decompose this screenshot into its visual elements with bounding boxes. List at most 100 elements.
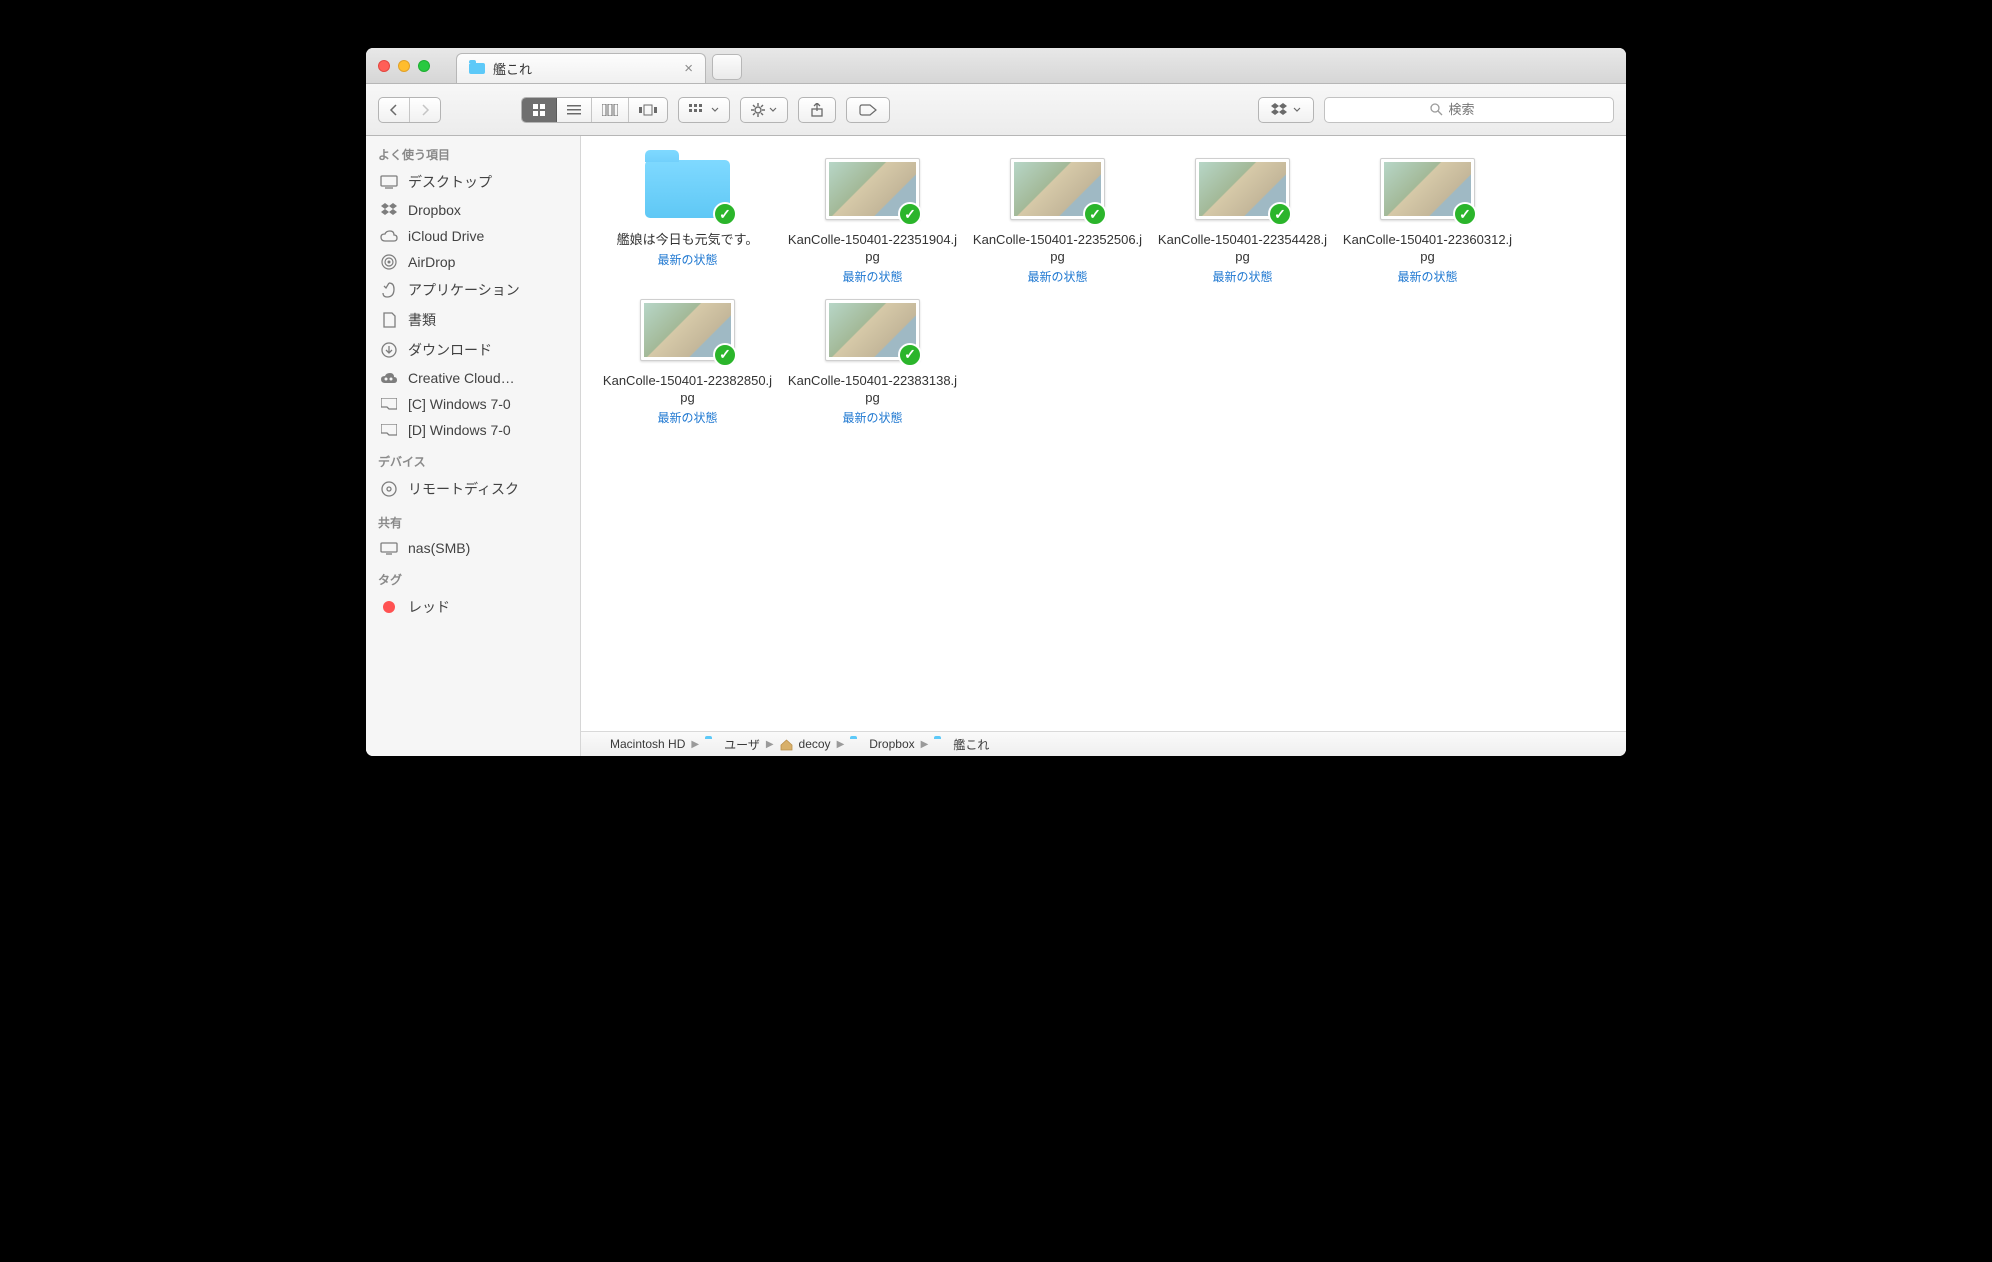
file-name: 艦娘は今日も元気です。 xyxy=(611,232,765,249)
sidebar-item-label: アプリケーション xyxy=(408,280,520,300)
minimize-button[interactable] xyxy=(398,60,410,72)
search-field[interactable] xyxy=(1324,97,1614,123)
columns-icon xyxy=(602,104,618,116)
file-name: KanColle-150401-22352506.jpg xyxy=(965,232,1150,266)
close-button[interactable] xyxy=(378,60,390,72)
sidebar-item[interactable]: iCloud Drive xyxy=(366,223,580,249)
sidebar-item[interactable]: ダウンロード xyxy=(366,335,580,365)
tag-red-icon xyxy=(380,601,398,613)
sync-status: 最新の状態 xyxy=(1397,268,1457,285)
breadcrumb-separator-icon: ▶ xyxy=(837,739,845,750)
thumbnail: ✓ xyxy=(825,295,920,365)
dropbox-icon xyxy=(380,203,398,217)
sidebar-item[interactable]: AirDrop xyxy=(366,249,580,275)
sidebar-item[interactable]: [D] Windows 7-0 xyxy=(366,417,580,443)
icon-grid[interactable]: ✓艦娘は今日も元気です。最新の状態✓KanColle-150401-223519… xyxy=(581,136,1626,731)
list-icon xyxy=(567,104,581,116)
view-switcher xyxy=(521,97,668,123)
thumbnail: ✓ xyxy=(1380,154,1475,224)
sidebar-item[interactable]: リモートディスク xyxy=(366,474,580,504)
sidebar-item[interactable]: nas(SMB) xyxy=(366,535,580,561)
sidebar-item[interactable]: 書類 xyxy=(366,305,580,335)
zoom-button[interactable] xyxy=(418,60,430,72)
forward-button[interactable] xyxy=(410,98,440,122)
folder-item[interactable]: ✓ 艦娘は今日も元気です。最新の状態 xyxy=(595,154,780,285)
sync-check-icon: ✓ xyxy=(1453,202,1477,226)
sidebar-item[interactable]: Dropbox xyxy=(366,197,580,223)
sidebar-item[interactable]: Creative Cloud… xyxy=(366,365,580,391)
arrange-inner[interactable] xyxy=(679,98,729,122)
file-item[interactable]: ✓KanColle-150401-22383138.jpg最新の状態 xyxy=(780,295,965,426)
dropbox-toolbar-button[interactable] xyxy=(1258,97,1314,123)
sidebar-item-label: デスクトップ xyxy=(408,172,492,192)
sidebar-item[interactable]: レッド xyxy=(366,592,580,622)
breadcrumb[interactable]: Dropbox xyxy=(850,737,914,751)
sidebar-heading: よく使う項目 xyxy=(366,136,580,167)
tab-title: 艦これ xyxy=(493,59,532,78)
sidebar-item[interactable]: デスクトップ xyxy=(366,167,580,197)
breadcrumb[interactable]: 艦これ xyxy=(934,736,989,753)
tab-active[interactable]: 艦これ × xyxy=(456,53,706,83)
toolbar xyxy=(366,84,1626,136)
action-inner[interactable] xyxy=(741,98,787,122)
breadcrumb-label: decoy xyxy=(799,737,831,751)
window-body: よく使う項目デスクトップ Dropbox iCloud Drive AirDrop アプ… xyxy=(366,136,1626,756)
finder-window: 艦これ × xyxy=(366,48,1626,756)
sync-status: 最新の状態 xyxy=(842,409,902,426)
tags-button[interactable] xyxy=(846,97,890,123)
sidebar-item[interactable]: アプリケーション xyxy=(366,275,580,305)
pathbar: Macintosh HD▶ユーザ▶decoy▶Dropbox▶艦これ xyxy=(581,731,1626,756)
action-button[interactable] xyxy=(740,97,788,123)
share-button[interactable] xyxy=(798,97,836,123)
screen-icon xyxy=(380,542,398,555)
breadcrumb-label: ユーザ xyxy=(724,736,760,753)
view-coverflow-button[interactable] xyxy=(629,98,667,122)
sidebar-item-label: iCloud Drive xyxy=(408,228,484,244)
arrange-icon xyxy=(689,104,707,116)
file-item[interactable]: ✓ KanColle-150401-22360312.jpg 最新の状態 xyxy=(1335,154,1520,285)
sync-check-icon: ✓ xyxy=(713,202,737,226)
thumbnail: ✓ xyxy=(640,295,735,365)
sync-status: 最新の状態 xyxy=(1027,268,1087,285)
file-name: KanColle-150401-22382850.jpg xyxy=(595,373,780,407)
sidebar-item[interactable]: [C] Windows 7-0 xyxy=(366,391,580,417)
file-item[interactable]: ✓KanColle-150401-22382850.jpg最新の状態 xyxy=(595,295,780,426)
file-item[interactable]: ✓KanColle-150401-22354428.jpg最新の状態 xyxy=(1150,154,1335,285)
breadcrumb-label: Dropbox xyxy=(869,737,914,751)
tabstrip: 艦これ × xyxy=(456,48,1626,83)
breadcrumb[interactable]: Macintosh HD xyxy=(591,737,685,751)
sync-check-icon: ✓ xyxy=(898,343,922,367)
content-pane: ✓艦娘は今日も元気です。最新の状態✓KanColle-150401-223519… xyxy=(581,136,1626,756)
file-name: KanColle-150401-22351904.jpg xyxy=(780,232,965,266)
close-tab-icon[interactable]: × xyxy=(684,61,693,76)
file-item[interactable]: ✓KanColle-150401-22352506.jpg最新の状態 xyxy=(965,154,1150,285)
view-list-button[interactable] xyxy=(557,98,592,122)
breadcrumb[interactable]: decoy xyxy=(780,737,831,751)
folder-icon xyxy=(380,398,398,410)
sidebar-item-label: ダウンロード xyxy=(408,340,492,360)
breadcrumb[interactable]: ユーザ xyxy=(705,736,760,753)
titlebar: 艦これ × xyxy=(366,48,1626,84)
desktop-icon xyxy=(380,175,398,189)
sync-check-icon: ✓ xyxy=(1268,202,1292,226)
sidebar-item-label: [C] Windows 7-0 xyxy=(408,396,511,412)
file-name: KanColle-150401-22360312.jpg xyxy=(1335,232,1520,266)
sidebar-item-label: Creative Cloud… xyxy=(408,370,515,386)
search-input[interactable] xyxy=(1449,102,1509,117)
sync-check-icon: ✓ xyxy=(898,202,922,226)
file-item[interactable]: ✓KanColle-150401-22351904.jpg最新の状態 xyxy=(780,154,965,285)
download-icon xyxy=(380,342,398,358)
new-tab-button[interactable] xyxy=(712,54,742,80)
file-name: KanColle-150401-22354428.jpg xyxy=(1150,232,1335,266)
sync-check-icon: ✓ xyxy=(713,343,737,367)
thumbnail: ✓ xyxy=(825,154,920,224)
view-columns-button[interactable] xyxy=(592,98,629,122)
view-icons-button[interactable] xyxy=(522,98,557,122)
back-button[interactable] xyxy=(379,98,410,122)
arrange-button[interactable] xyxy=(678,97,730,123)
breadcrumb-label: 艦これ xyxy=(953,736,989,753)
sync-status: 最新の状態 xyxy=(657,251,717,268)
traffic-lights xyxy=(366,48,456,83)
folder-icon xyxy=(469,63,485,74)
nav-buttons xyxy=(378,97,441,123)
